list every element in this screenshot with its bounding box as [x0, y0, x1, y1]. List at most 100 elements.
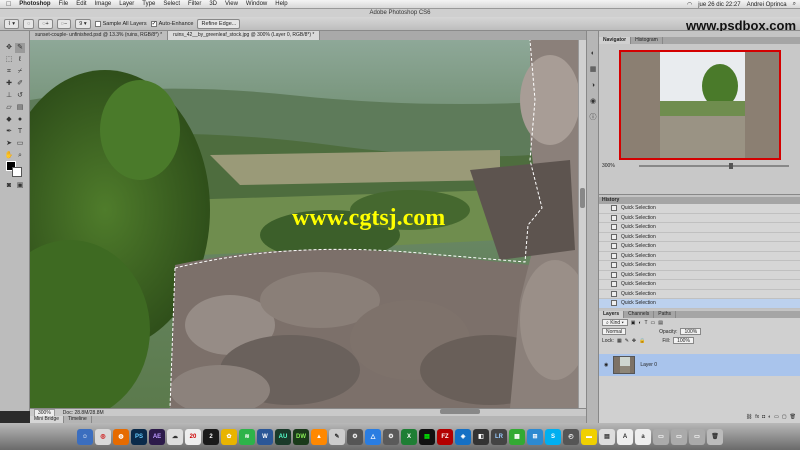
- tab-paths[interactable]: Paths: [654, 311, 677, 318]
- tab-sunset-couple[interactable]: sunset-couple- unfinished.psd @ 13.3% (r…: [30, 31, 169, 40]
- eyedropper-tool-icon[interactable]: ⌿: [15, 67, 25, 77]
- font-icon[interactable]: A: [617, 428, 633, 445]
- skype-icon[interactable]: S: [545, 428, 561, 445]
- menu-type[interactable]: Type: [142, 1, 155, 7]
- downloads-icon[interactable]: ▭: [689, 428, 705, 445]
- tab-channels[interactable]: Channels: [624, 311, 655, 318]
- tab-layers[interactable]: Layers: [599, 311, 625, 318]
- menu-view[interactable]: View: [225, 1, 238, 7]
- app-icon[interactable]: 2: [203, 428, 219, 445]
- lasso-tool-icon[interactable]: ℓ: [15, 55, 25, 65]
- navigator-zoom-slider[interactable]: [639, 163, 789, 169]
- app-icon[interactable]: ▦: [509, 428, 525, 445]
- firefox-icon[interactable]: ◍: [113, 428, 129, 445]
- lightroom-icon[interactable]: LR: [491, 428, 507, 445]
- drive-icon[interactable]: △: [365, 428, 381, 445]
- selection-mode-add[interactable]: ◌+: [38, 18, 53, 29]
- tab-navigator[interactable]: Navigator: [599, 37, 632, 44]
- horizontal-scroll-thumb[interactable]: [440, 409, 480, 414]
- history-title[interactable]: History: [599, 197, 800, 204]
- audition-icon[interactable]: AU: [275, 428, 291, 445]
- tab-ruins[interactable]: ruins_42__by_greenleaf_stock.jpg @ 300% …: [168, 31, 321, 40]
- wifi-icon[interactable]: ◠: [687, 1, 692, 8]
- clone-stamp-tool-icon[interactable]: ⊥: [4, 91, 14, 101]
- zoom-tool-icon[interactable]: ⌕: [15, 151, 25, 161]
- folder-icon[interactable]: ▭: [671, 428, 687, 445]
- gradient-tool-icon[interactable]: ▤: [15, 103, 25, 113]
- after-effects-icon[interactable]: AE: [149, 428, 165, 445]
- delete-layer-icon[interactable]: 🗑: [790, 414, 796, 420]
- quick-selection-tool-icon[interactable]: ✎: [15, 43, 25, 53]
- visibility-eye-icon[interactable]: ◉: [604, 362, 608, 368]
- layer-kind-filter[interactable]: ⌕ Kind ▾: [602, 319, 628, 326]
- skype-tray-icon[interactable]: ☁: [167, 428, 183, 445]
- new-group-icon[interactable]: ▭: [774, 414, 779, 420]
- tool-preset-picker[interactable]: ⌇ ▾: [4, 18, 19, 29]
- move-tool-icon[interactable]: ✥: [4, 43, 14, 53]
- menu-3d[interactable]: 3D: [209, 1, 217, 7]
- blend-mode-select[interactable]: Normal: [602, 328, 627, 335]
- history-item[interactable]: Quick Selection: [599, 223, 800, 233]
- menu-image[interactable]: Image: [95, 1, 112, 7]
- marquee-tool-icon[interactable]: ⬚: [4, 55, 14, 65]
- tab-mini-bridge[interactable]: Mini Bridge: [30, 416, 65, 423]
- filter-adjustment-icon[interactable]: ◐: [638, 320, 641, 326]
- history-brush-tool-icon[interactable]: ↺: [15, 91, 25, 101]
- chrome-icon[interactable]: ◎: [95, 428, 111, 445]
- history-item[interactable]: Quick Selection: [599, 261, 800, 271]
- selection-mode-new[interactable]: ◌: [22, 18, 35, 29]
- brush-tool-icon[interactable]: ✐: [15, 79, 25, 89]
- navigator-zoom-knob[interactable]: [729, 163, 733, 169]
- dodge-tool-icon[interactable]: ●: [15, 115, 25, 125]
- app-icon[interactable]: ⊞: [527, 428, 543, 445]
- add-mask-icon[interactable]: ◘: [762, 414, 765, 420]
- type-tool-icon[interactable]: T: [15, 127, 25, 137]
- filter-shape-icon[interactable]: ▭: [651, 320, 656, 326]
- lock-position-icon[interactable]: ✥: [632, 338, 636, 344]
- path-selection-tool-icon[interactable]: ➤: [4, 139, 14, 149]
- healing-tool-icon[interactable]: ✚: [4, 79, 14, 89]
- document-icon[interactable]: ▤: [599, 428, 615, 445]
- calendar-icon[interactable]: 20: [185, 428, 201, 445]
- vertical-scrollbar[interactable]: [578, 40, 586, 408]
- finder-icon[interactable]: ☺: [77, 428, 93, 445]
- filter-type-icon[interactable]: T: [644, 320, 647, 326]
- filter-pixel-icon[interactable]: ▣: [631, 320, 636, 326]
- menu-edit[interactable]: Edit: [76, 1, 86, 7]
- refine-edge-button[interactable]: Refine Edge...: [197, 18, 241, 29]
- history-item[interactable]: Quick Selection: [599, 242, 800, 252]
- auto-enhance[interactable]: Auto-Enhance: [150, 20, 193, 27]
- sample-all-layers-checkbox[interactable]: [94, 20, 101, 27]
- styles-panel-icon[interactable]: ◉: [588, 97, 598, 107]
- layer-name[interactable]: Layer 0: [640, 362, 657, 368]
- selection-mode-subtract[interactable]: ◌−: [56, 18, 72, 29]
- menu-window[interactable]: Window: [246, 1, 267, 7]
- crop-tool-icon[interactable]: ⌗: [4, 67, 14, 77]
- fx-icon[interactable]: fx: [755, 414, 759, 420]
- history-item[interactable]: Quick Selection: [599, 280, 800, 290]
- blur-tool-icon[interactable]: ◆: [4, 115, 14, 125]
- history-item[interactable]: Quick Selection: [599, 233, 800, 242]
- hand-tool-icon[interactable]: ✋: [4, 151, 14, 161]
- color-panel-icon[interactable]: ◐: [588, 49, 598, 59]
- app-menu[interactable]: Photoshop: [19, 1, 50, 7]
- lock-pixels-icon[interactable]: ✎: [625, 338, 629, 344]
- preferences-icon[interactable]: ⚙: [383, 428, 399, 445]
- folder-icon[interactable]: ▭: [653, 428, 669, 445]
- pen-tool-icon[interactable]: ✒: [4, 127, 14, 137]
- app-icon[interactable]: ◧: [473, 428, 489, 445]
- document-canvas[interactable]: www.cgtsj.com: [30, 40, 578, 408]
- menu-layer[interactable]: Layer: [119, 1, 134, 7]
- history-item[interactable]: Quick Selection: [599, 290, 800, 299]
- dreamweaver-icon[interactable]: DW: [293, 428, 309, 445]
- brush-size-picker[interactable]: 9 ▾: [75, 18, 91, 29]
- navigator-zoom[interactable]: 300%: [602, 163, 615, 169]
- app-icon[interactable]: ✎: [329, 428, 345, 445]
- menu-select[interactable]: Select: [163, 1, 180, 7]
- terminal-icon[interactable]: ▤: [419, 428, 435, 445]
- excel-icon[interactable]: X: [401, 428, 417, 445]
- menu-file[interactable]: File: [59, 1, 69, 7]
- shape-tool-icon[interactable]: ▭: [15, 139, 25, 149]
- info-panel-icon[interactable]: ⓘ: [588, 113, 598, 123]
- lock-transparent-icon[interactable]: ▦: [617, 338, 622, 344]
